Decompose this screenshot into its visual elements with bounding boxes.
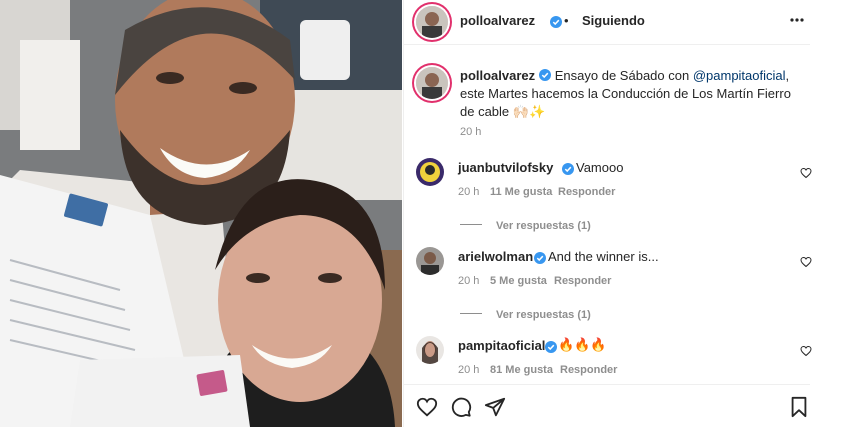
- comment-like-icon[interactable]: [800, 167, 812, 179]
- comment-text: 🔥🔥🔥: [558, 337, 607, 352]
- comment-likes[interactable]: 11 Me gusta: [490, 186, 552, 198]
- verified-badge-icon: [562, 163, 574, 175]
- caption-body-start: Ensayo de Sábado con: [554, 68, 690, 83]
- verified-badge-icon: [539, 69, 552, 81]
- comment-likes[interactable]: 5 Me gusta: [490, 275, 547, 287]
- caption-time[interactable]: 20 h: [460, 126, 481, 138]
- comment-time[interactable]: 20 h: [458, 186, 479, 198]
- post-actions-bar: [404, 384, 810, 428]
- comment-reply-button[interactable]: Responder: [560, 364, 617, 376]
- comment-username[interactable]: pampitaoficial: [458, 338, 545, 353]
- verified-badge-icon: [545, 341, 557, 353]
- caption-mention-link[interactable]: @pampitaoficial: [693, 68, 786, 83]
- view-replies-button[interactable]: Ver respuestas (1): [460, 216, 591, 234]
- caption-username[interactable]: polloalvarez: [460, 68, 535, 83]
- comment-text: Vamooo: [576, 160, 624, 175]
- more-options-icon[interactable]: [790, 18, 804, 22]
- post-header: polloalvarez • Siguiendo: [404, 0, 810, 45]
- send-icon[interactable]: [484, 396, 506, 418]
- verified-badge-icon: [534, 252, 546, 264]
- comment-avatar[interactable]: [416, 336, 444, 364]
- author-username[interactable]: polloalvarez: [460, 13, 535, 28]
- comment-time[interactable]: 20 h: [458, 275, 479, 287]
- comment-avatar[interactable]: [416, 247, 444, 275]
- replies-divider: [460, 313, 482, 315]
- post-panel: polloalvarez • Siguiendo polloalvarez En…: [403, 0, 812, 428]
- comment-likes[interactable]: 81 Me gusta: [490, 364, 553, 376]
- bookmark-icon[interactable]: [790, 396, 808, 418]
- caption-emoji: 🙌🏻✨: [512, 104, 546, 119]
- comment-reply-button[interactable]: Responder: [558, 186, 615, 198]
- comment-reply-button[interactable]: Responder: [554, 275, 611, 287]
- comment-avatar[interactable]: [416, 158, 444, 186]
- view-replies-button[interactable]: Ver respuestas (1): [460, 305, 591, 323]
- comment-like-icon[interactable]: [800, 345, 812, 357]
- header-separator: •: [564, 13, 569, 28]
- caption-avatar[interactable]: [416, 67, 448, 99]
- selfie-image: [0, 0, 402, 427]
- comment-like-icon[interactable]: [800, 256, 812, 268]
- replies-divider: [460, 224, 482, 226]
- comment-username[interactable]: arielwolman: [458, 249, 533, 264]
- author-avatar[interactable]: [416, 6, 448, 38]
- view-replies-label[interactable]: Ver respuestas (1): [496, 309, 591, 321]
- comment-time[interactable]: 20 h: [458, 364, 479, 376]
- post-photo: [0, 0, 402, 427]
- heart-icon[interactable]: [416, 396, 438, 418]
- verified-badge-icon: [550, 16, 562, 28]
- comment-text: And the winner is...: [548, 249, 659, 264]
- follow-status-button[interactable]: Siguiendo: [582, 13, 645, 28]
- comment-icon[interactable]: [450, 396, 472, 418]
- comment-username[interactable]: juanbutvilofsky: [458, 160, 553, 175]
- view-replies-label[interactable]: Ver respuestas (1): [496, 220, 591, 232]
- caption-text: polloalvarez Ensayo de Sábado con @pampi…: [460, 67, 806, 121]
